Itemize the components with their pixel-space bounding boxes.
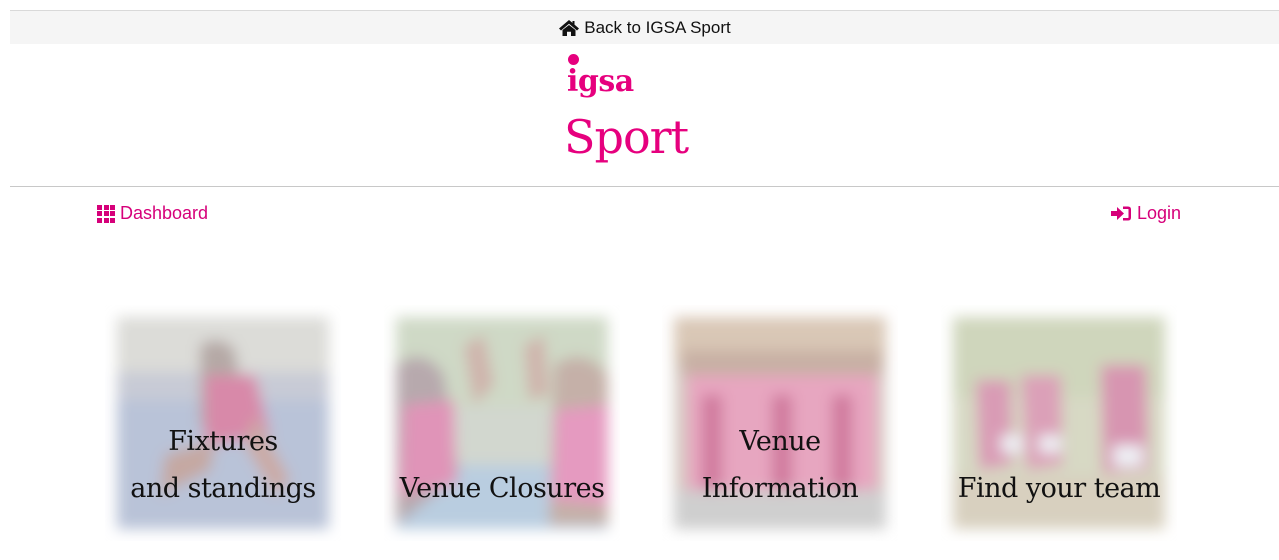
back-link-label: Back to IGSA Sport (584, 17, 731, 37)
tile-title-line1: Fixtures (168, 426, 278, 457)
igsa-sport-logo[interactable]: igsa Sport (564, 50, 706, 170)
tile-venue-information[interactable]: Venue Information (662, 305, 898, 541)
header-divider (10, 186, 1279, 187)
home-icon (559, 19, 580, 36)
grid-icon (97, 204, 115, 223)
tile-title-line2: and standings (130, 473, 316, 504)
sign-in-icon (1111, 206, 1131, 221)
login-link[interactable]: Login (1110, 203, 1181, 224)
tile-title-line1: Venue (739, 426, 821, 457)
login-label: Login (1137, 203, 1182, 223)
tile-venue-closures[interactable]: Venue Closures (384, 305, 620, 541)
back-to-igsa-link[interactable]: Back to IGSA Sport (10, 10, 1279, 44)
logo-igsa-text: igsa (567, 64, 634, 99)
dashboard-link[interactable]: Dashboard (97, 203, 208, 224)
tile-title-line2: Venue Closures (399, 473, 605, 504)
dashboard-label: Dashboard (120, 203, 209, 223)
tile-fixtures-and-standings[interactable]: Fixtures and standings (105, 305, 341, 541)
logo-sport-text: Sport (564, 110, 689, 164)
tile-find-your-team[interactable]: Find your team (941, 305, 1177, 541)
tile-title-line2: Information (701, 473, 859, 504)
tile-title-line2: Find your team (957, 473, 1161, 504)
